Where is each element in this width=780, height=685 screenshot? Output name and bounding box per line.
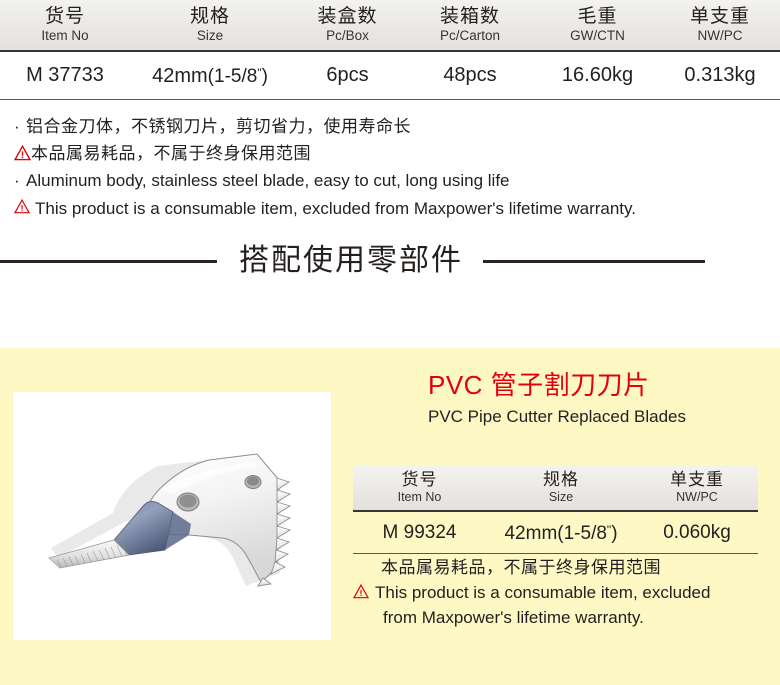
spec-col-pc-carton-cn: 装箱数 (439, 6, 500, 27)
accessory-warning-block: 本品属易耗品，不属于终身保用范围 This product is a consu… (353, 555, 773, 630)
specification-table: 货号 Item No 规格 Size 装盒数 Pc/Box 装箱数 Pc/Car… (0, 0, 780, 100)
cell-gw-ctn: 16.60kg (535, 51, 660, 100)
warning-text-en: This product is a consumable item, exclu… (35, 199, 636, 218)
divider-rule-right (483, 259, 705, 263)
spec-col-gw-ctn: 毛重 GW/CTN (535, 0, 660, 52)
warning-triangle-icon-accessory (353, 584, 369, 599)
product-photo (13, 392, 331, 640)
accessory-specification-table: 货号 Item No 规格 Size 单支重 NW/PC M 99324 42m… (353, 465, 758, 554)
warning-line-cn: 本品属易耗品，不属于终身保用范围 (14, 141, 780, 167)
cell-size-imperial: (1-5/8 (207, 66, 258, 87)
accessory-col-item-no-en: Item No (397, 490, 442, 504)
divider-rule-left (0, 259, 217, 263)
spec-col-gw-ctn-en: GW/CTN (570, 28, 625, 43)
accessory-title-en: PVC Pipe Cutter Replaced Blades (428, 407, 686, 426)
accessory-header-row: 货号 Item No 规格 Size 单支重 NW/PC (353, 465, 758, 512)
spec-col-item-no-en: Item No (41, 28, 89, 43)
spec-col-nw-pc-cn: 单支重 (689, 6, 750, 27)
spec-col-pc-box-cn: 装盒数 (317, 6, 378, 27)
spec-col-nw-pc: 单支重 NW/PC (660, 0, 780, 52)
accessory-cell-size-metric: 42mm (504, 523, 558, 544)
cell-size: 42mm(1-5/8") (130, 51, 290, 100)
spec-col-nw-pc-en: NW/PC (697, 28, 743, 43)
bullet-dot-icon-en: · (14, 171, 20, 190)
section-divider: 搭配使用零部件 (0, 244, 780, 278)
accessory-col-size-en: Size (548, 490, 574, 504)
spec-col-pc-box: 装盒数 Pc/Box (290, 0, 405, 52)
accessory-table-header: 货号 Item No 规格 Size 单支重 NW/PC (353, 465, 758, 512)
accessory-table-body: M 99324 42mm(1-5/8") 0.060kg (353, 511, 758, 554)
accessory-col-nw-pc-en: NW/PC (676, 490, 718, 504)
warning-triangle-icon (14, 145, 31, 161)
table-row: M 37733 42mm(1-5/8") 6pcs 48pcs 16.60kg … (0, 51, 780, 100)
section-title: 搭配使用零部件 (239, 244, 463, 277)
accessory-col-size: 规格 Size (486, 465, 636, 512)
warning-line-en: This product is a consumable item, exclu… (14, 195, 780, 222)
spec-table-header: 货号 Item No 规格 Size 装盒数 Pc/Box 装箱数 Pc/Car… (0, 0, 780, 52)
bullet-dot-icon: · (14, 117, 20, 136)
accessory-cell-nw-pc: 0.060kg (636, 511, 758, 554)
accessory-title-cn: PVC 管子割刀刀片 (428, 370, 650, 400)
accessory-cell-size-imperial-close: ) (611, 523, 618, 544)
spec-col-size-cn: 规格 (189, 6, 230, 27)
feature-text-cn: 铝合金刀体，不锈钢刀片，剪切省力，使用寿命长 (26, 117, 411, 136)
accessory-warning-en-line1: This product is a consumable item, exclu… (375, 583, 711, 602)
cell-size-metric: 42mm (152, 65, 208, 87)
feature-line-cn: · 铝合金刀体，不锈钢刀片，剪切省力，使用寿命长 (14, 113, 780, 141)
spec-table-body: M 37733 42mm(1-5/8") 6pcs 48pcs 16.60kg … (0, 51, 780, 100)
spec-col-size: 规格 Size (130, 0, 290, 52)
spec-col-item-no: 货号 Item No (0, 0, 130, 52)
spec-col-item-no-cn: 货号 (44, 6, 85, 27)
spec-col-pc-carton: 装箱数 Pc/Carton (405, 0, 535, 52)
cell-item-no: M 37733 (0, 51, 130, 100)
feature-list: · 铝合金刀体，不锈钢刀片，剪切省力，使用寿命长 本品属易耗品，不属于终身保用范… (0, 100, 780, 222)
accessory-col-item-no-cn: 货号 (401, 470, 438, 489)
accessory-cell-size: 42mm(1-5/8") (486, 511, 636, 554)
spec-col-gw-ctn-cn: 毛重 (577, 6, 618, 27)
cell-pc-box: 6pcs (290, 51, 405, 100)
warning-triangle-icon-en (14, 199, 30, 214)
accessory-cell-item-no: M 99324 (353, 511, 486, 554)
accessory-warning-en-line2: from Maxpower's lifetime warranty. (383, 608, 644, 627)
feature-text-en: Aluminum body, stainless steel blade, ea… (26, 171, 510, 190)
spec-col-size-en: Size (196, 28, 224, 43)
accessory-cell-size-imperial: (1-5/8 (557, 523, 607, 544)
accessory-panel: PVC 管子割刀刀片 PVC Pipe Cutter Replaced Blad… (0, 348, 780, 685)
accessory-warning-cn: 本品属易耗品，不属于终身保用范围 (381, 558, 661, 577)
cell-size-imperial-close: ) (261, 66, 268, 87)
accessory-col-size-cn: 规格 (543, 470, 579, 489)
accessory-warning-en-row: This product is a consumable item, exclu… (353, 580, 773, 605)
accessory-col-nw-pc: 单支重 NW/PC (636, 465, 758, 512)
spec-header-row: 货号 Item No 规格 Size 装盒数 Pc/Box 装箱数 Pc/Car… (0, 0, 780, 52)
spec-col-pc-carton-en: Pc/Carton (439, 28, 501, 43)
accessory-col-nw-pc-cn: 单支重 (670, 470, 724, 489)
table-row: M 99324 42mm(1-5/8") 0.060kg (353, 511, 758, 554)
feature-line-en: · Aluminum body, stainless steel blade, … (14, 167, 780, 195)
spec-col-pc-box-en: Pc/Box (326, 28, 369, 43)
warning-text-cn: 本品属易耗品，不属于终身保用范围 (31, 144, 311, 163)
cell-nw-pc: 0.313kg (660, 51, 780, 100)
cell-pc-carton: 48pcs (405, 51, 535, 100)
accessory-col-item-no: 货号 Item No (353, 465, 486, 512)
